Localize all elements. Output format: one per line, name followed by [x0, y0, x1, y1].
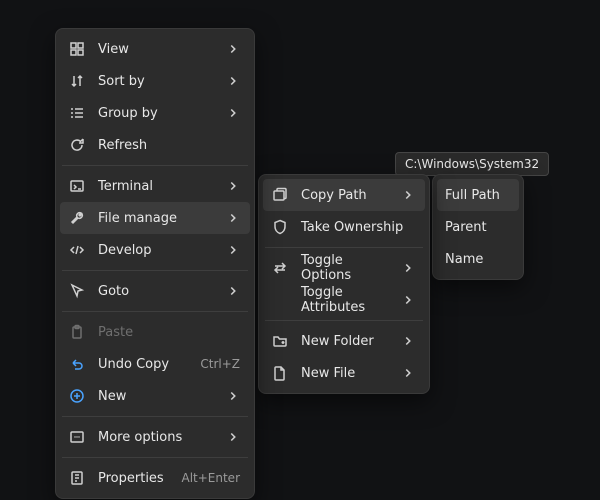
menu-separator	[265, 320, 423, 321]
copy-path-icon	[271, 186, 289, 204]
menu-item-copy-path[interactable]: Copy Path	[263, 179, 425, 211]
menu-label: Full Path	[445, 188, 509, 203]
menu-label: New File	[301, 366, 385, 381]
menu-item-new-folder[interactable]: New Folder	[263, 325, 425, 357]
menu-item-sort-by[interactable]: Sort by	[60, 65, 250, 97]
chevron-right-icon	[226, 389, 240, 403]
sort-icon	[68, 72, 86, 90]
menu-separator	[265, 247, 423, 248]
cursor-icon	[68, 282, 86, 300]
menu-label: New	[98, 389, 210, 404]
menu-label: File manage	[98, 211, 210, 226]
shield-icon	[271, 218, 289, 236]
chevron-right-icon	[401, 293, 415, 307]
menu-label: Paste	[98, 325, 240, 340]
menu-item-properties[interactable]: Properties Alt+Enter	[60, 462, 250, 494]
swap-icon	[271, 259, 289, 277]
menu-separator	[62, 311, 248, 312]
menu-item-view[interactable]: View	[60, 33, 250, 65]
menu-item-parent[interactable]: Parent	[437, 211, 519, 243]
wrench-icon	[68, 209, 86, 227]
menu-item-new-file[interactable]: New File	[263, 357, 425, 389]
menu-item-more-options[interactable]: More options	[60, 421, 250, 453]
file-icon	[271, 364, 289, 382]
menu-label: Refresh	[98, 138, 240, 153]
paste-icon	[68, 323, 86, 341]
menu-label: Goto	[98, 284, 210, 299]
menu-label: Toggle Options	[301, 253, 385, 283]
menu-item-file-manage[interactable]: File manage	[60, 202, 250, 234]
chevron-right-icon	[401, 188, 415, 202]
menu-label: Properties	[98, 471, 165, 486]
menu-item-group-by[interactable]: Group by	[60, 97, 250, 129]
chevron-right-icon	[226, 179, 240, 193]
chevron-right-icon	[226, 106, 240, 120]
chevron-right-icon	[401, 261, 415, 275]
menu-item-develop[interactable]: Develop	[60, 234, 250, 266]
menu-label: Parent	[445, 220, 509, 235]
list-icon	[68, 104, 86, 122]
menu-label: Undo Copy	[98, 357, 184, 372]
menu-label: Develop	[98, 243, 210, 258]
path-tooltip: C:\Windows\System32	[395, 152, 549, 176]
refresh-icon	[68, 136, 86, 154]
menu-item-paste: Paste	[60, 316, 250, 348]
code-icon	[68, 241, 86, 259]
menu-item-new[interactable]: New	[60, 380, 250, 412]
submenu-copy-path: Full Path Parent Name	[432, 174, 524, 280]
chevron-right-icon	[226, 42, 240, 56]
menu-label: View	[98, 42, 210, 57]
menu-item-refresh[interactable]: Refresh	[60, 129, 250, 161]
menu-label: Name	[445, 252, 509, 267]
menu-label: Group by	[98, 106, 210, 121]
menu-shortcut: Ctrl+Z	[200, 357, 240, 371]
terminal-icon	[68, 177, 86, 195]
properties-icon	[68, 469, 86, 487]
submenu-file-manage: Copy Path Take Ownership Toggle Options …	[258, 174, 430, 394]
chevron-right-icon	[401, 334, 415, 348]
menu-label: New Folder	[301, 334, 385, 349]
chevron-right-icon	[226, 74, 240, 88]
menu-separator	[62, 457, 248, 458]
menu-label: Terminal	[98, 179, 210, 194]
menu-label: Copy Path	[301, 188, 385, 203]
menu-item-take-ownership[interactable]: Take Ownership	[263, 211, 425, 243]
menu-item-terminal[interactable]: Terminal	[60, 170, 250, 202]
menu-item-toggle-attributes[interactable]: Toggle Attributes	[263, 284, 425, 316]
menu-shortcut: Alt+Enter	[181, 471, 240, 485]
undo-icon	[68, 355, 86, 373]
menu-label: More options	[98, 430, 210, 445]
menu-item-name[interactable]: Name	[437, 243, 519, 275]
chevron-right-icon	[226, 243, 240, 257]
grid-icon	[68, 40, 86, 58]
chevron-right-icon	[226, 284, 240, 298]
menu-label: Take Ownership	[301, 220, 415, 235]
chevron-right-icon	[401, 366, 415, 380]
plus-circle-icon	[68, 387, 86, 405]
context-menu: View Sort by Group by Refresh Terminal F…	[55, 28, 255, 499]
menu-item-goto[interactable]: Goto	[60, 275, 250, 307]
menu-separator	[62, 270, 248, 271]
menu-separator	[62, 165, 248, 166]
chevron-right-icon	[226, 430, 240, 444]
chevron-right-icon	[226, 211, 240, 225]
folder-plus-icon	[271, 332, 289, 350]
menu-item-full-path[interactable]: Full Path	[437, 179, 519, 211]
menu-item-toggle-options[interactable]: Toggle Options	[263, 252, 425, 284]
more-icon	[68, 428, 86, 446]
menu-separator	[62, 416, 248, 417]
menu-label: Sort by	[98, 74, 210, 89]
menu-item-undo-copy[interactable]: Undo Copy Ctrl+Z	[60, 348, 250, 380]
menu-label: Toggle Attributes	[301, 285, 385, 315]
